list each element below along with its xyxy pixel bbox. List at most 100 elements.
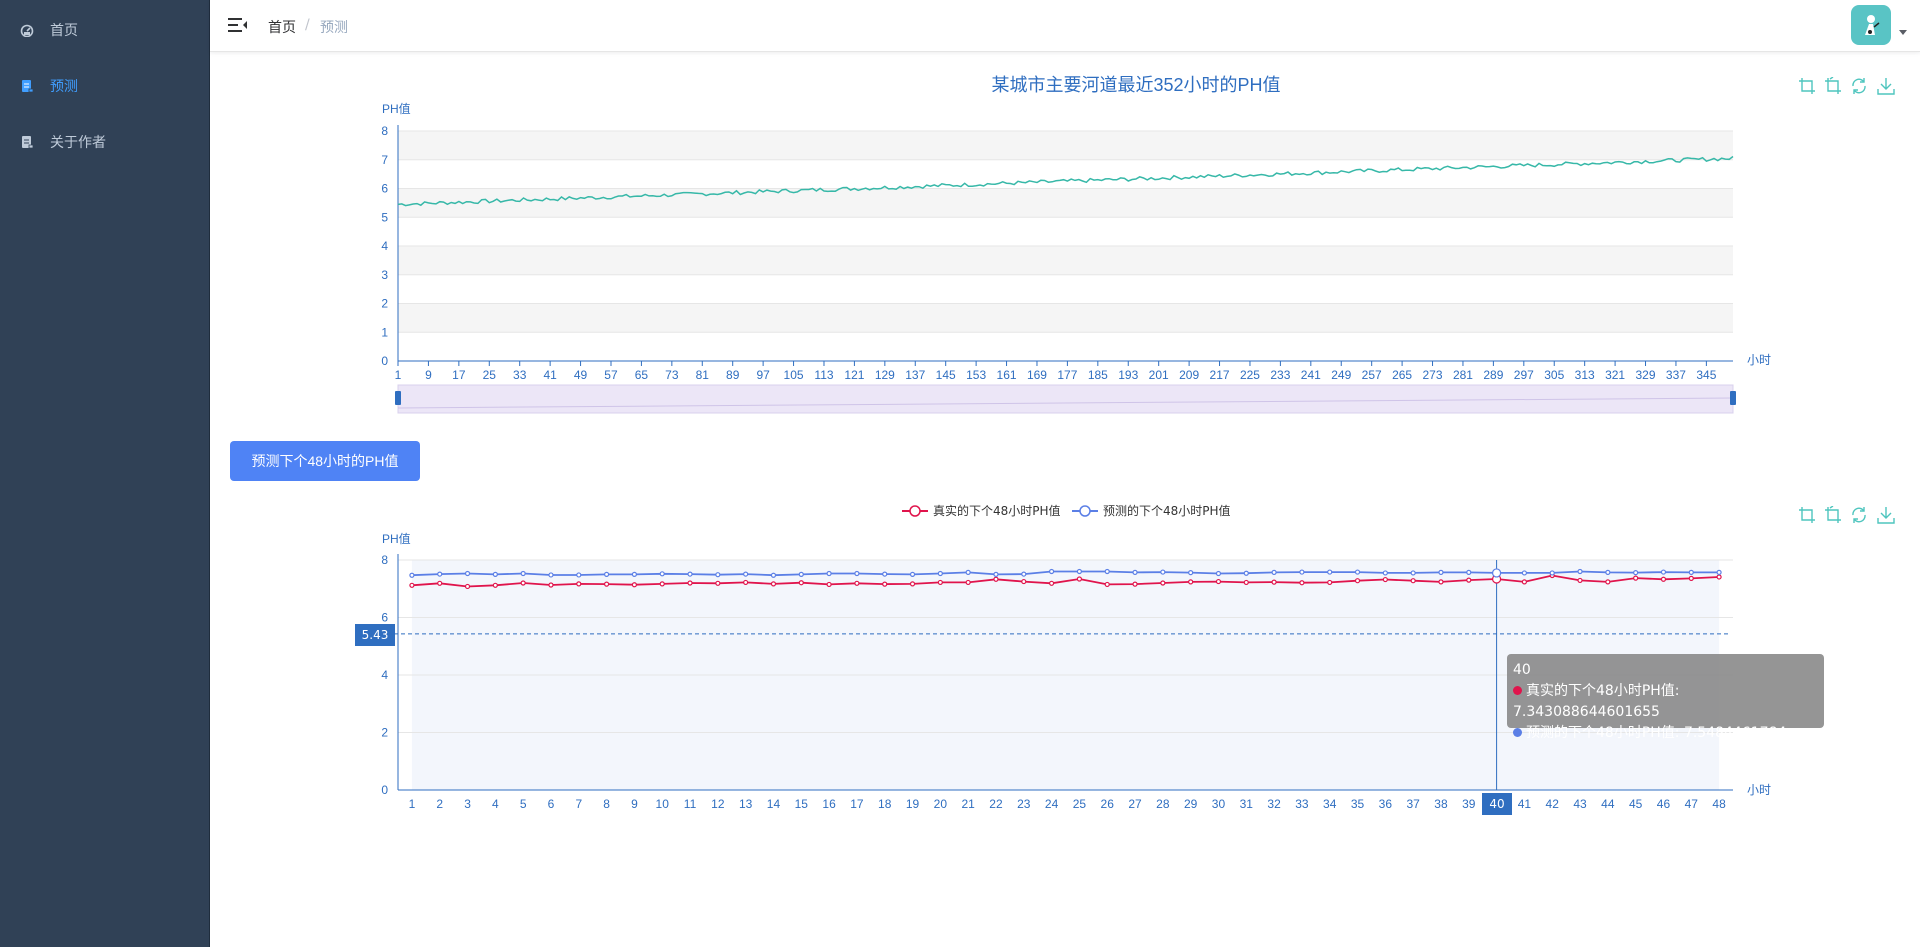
legend-real[interactable]: 真实的下个48小时PH值 [902,502,1061,519]
zoom-reset-icon[interactable] [1824,505,1842,524]
series-point [1215,578,1222,585]
series-point [437,580,443,586]
download-icon[interactable] [1877,77,1895,95]
x-tick-label: 225 [1240,368,1260,382]
series-point [1577,577,1583,584]
series-point [409,582,415,588]
series-point [1188,579,1194,585]
series-point [1438,579,1444,585]
x-tick-label: 8 [603,797,610,811]
grid-band [398,303,1733,333]
x-tick-label: 22 [989,797,1003,811]
x-tick-label: 17 [850,797,864,811]
series-point [770,572,777,578]
zoom-reset-icon[interactable] [1824,76,1842,95]
x-tick-label: 5 [520,797,527,811]
series-point [1521,579,1528,585]
legend-pred[interactable]: 预测的下个48小时PH值 [1072,502,1231,519]
series-point [1716,574,1722,580]
x-tick-label: 48 [1712,797,1726,811]
x-tick-label: 21 [961,797,975,811]
x-tick-label: 49 [574,368,588,382]
series-point [770,581,777,587]
mark-line-label: 5.43 [355,624,395,646]
x-tick-label: 3 [464,797,471,811]
series-point [520,580,526,586]
download-icon[interactable] [1877,506,1895,524]
series-point [1410,570,1416,576]
dot-icon [1513,728,1522,737]
x-tick-label: 47 [1685,797,1699,811]
series-point [1354,569,1361,575]
x-tick-label: 39 [1462,797,1476,811]
x-tick-label: 34 [1323,797,1337,811]
y-tick-label: 6 [381,611,388,625]
x-tick-label: 11 [684,797,697,811]
x-tick-label: 273 [1423,368,1443,382]
y-tick-label: 4 [381,668,388,682]
series-point [1299,580,1305,586]
tooltip-row-real: 真实的下个48小时PH值: 7.343088644601655 [1513,681,1818,723]
series-point [1188,570,1194,576]
series-point [1605,569,1611,575]
series-point [464,570,471,577]
series-point [715,572,721,578]
tooltip-text: 预测的下个48小时PH值: 7.5484461784 [1526,725,1787,741]
grid-band [398,188,1733,218]
x-tick-label: 97 [756,368,770,382]
series-point [965,579,971,586]
series-point [1215,570,1222,577]
chart-recent-ph: 某城市主要河道最近352小时的PH值 PH值 小时 0123456781 9 17 2… [381,75,1771,414]
series-point [1549,570,1555,576]
series-point [1243,570,1249,576]
x-tick-label: 46 [1657,797,1671,811]
series-point [965,569,971,575]
x-tick-label: 281 [1453,368,1473,382]
x-tick-label: 121 [844,368,864,382]
series-point [659,581,665,587]
y-tick-label: 8 [381,553,388,567]
series-point [882,571,888,577]
x-tick-label: 337 [1666,368,1686,382]
zoom-handle-left [395,391,401,405]
restore-icon[interactable] [1850,77,1868,95]
x-tick-label: 43 [1573,797,1587,811]
y-tick-label: 7 [381,153,388,167]
y-tick-label: 2 [381,297,388,311]
series-point [687,571,693,577]
x-tick-label: 1 [395,368,402,382]
x-tick-label: 42 [1546,797,1560,811]
x-tick-label: 329 [1636,368,1656,382]
tooltip-row-pred: 预测的下个48小时PH值: 7.5484461784 [1513,723,1818,744]
zoom-icon[interactable] [1798,77,1816,95]
predict-button[interactable]: 预测下个48小时的PH值 [230,441,420,481]
series-point [1048,580,1055,586]
x-tick-label: 25 [483,368,497,382]
x-tick-label: 32 [1267,797,1281,811]
series-point [409,572,415,578]
series-point [520,570,526,577]
legend-label: 预测的下个48小时PH值 [1103,504,1231,518]
series-point [1491,568,1502,578]
x-tick-label: 345 [1696,368,1716,382]
x-tick-label: 28 [1156,797,1170,811]
x-tick-label: 297 [1514,368,1534,382]
series-point [854,580,860,586]
x-tick-label: 7 [575,797,582,811]
series-point [937,579,943,586]
restore-icon[interactable] [1850,506,1868,524]
series-point [1076,576,1083,582]
series-point [576,581,582,587]
x-tick-label: 44 [1601,797,1615,811]
x-tick-label: 6 [548,797,555,811]
dot-icon [1513,686,1522,695]
x-tick-label: 201 [1149,368,1169,382]
x-tick-label: 9 [425,368,432,382]
zoom-icon[interactable] [1798,506,1816,524]
chart-title: 某城市主要河道最近352小时的PH值 [991,75,1280,95]
x-tick-label: 41 [1518,797,1532,811]
series-point [993,576,999,582]
x-tick-label: 29 [1184,797,1198,811]
x-tick-label: 17 [452,368,466,382]
series-point [1271,579,1277,585]
